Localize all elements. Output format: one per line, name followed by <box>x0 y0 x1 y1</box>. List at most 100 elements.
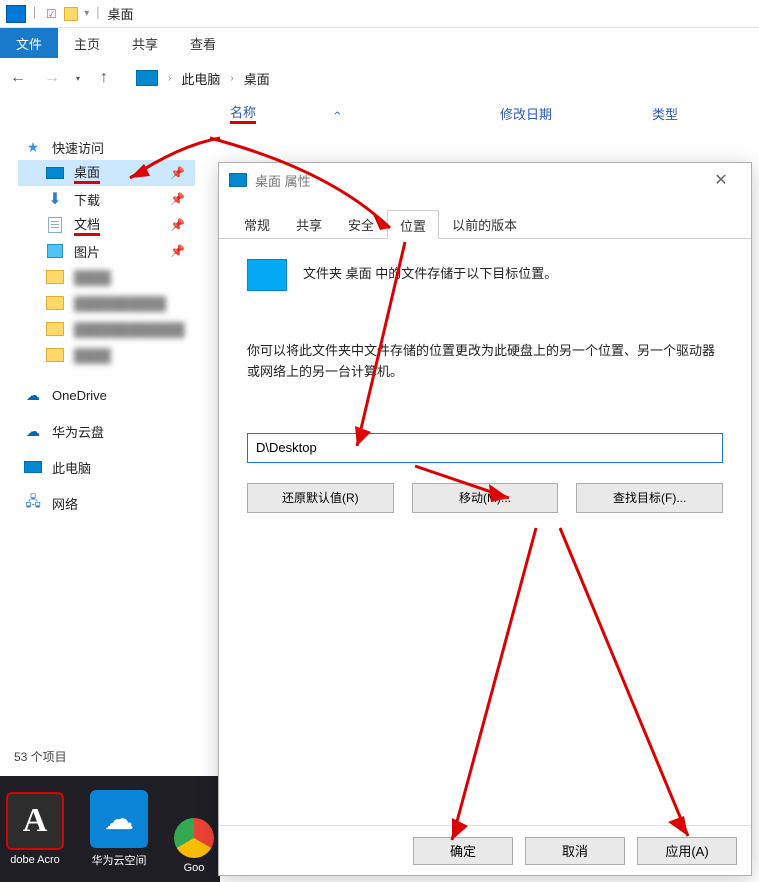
cloud-icon: ☁ <box>24 387 42 403</box>
ribbon: 文件 主页 共享 查看 <box>0 28 759 58</box>
sidebar-item-folder[interactable]: ████████████ <box>18 316 195 342</box>
up-button[interactable]: ↑ <box>100 69 116 87</box>
picture-icon <box>47 244 63 258</box>
ribbon-tab-home[interactable]: 主页 <box>58 28 116 58</box>
sidebar-item-onedrive[interactable]: ☁ OneDrive <box>18 382 195 408</box>
pin-icon: 📌 <box>170 192 185 206</box>
ribbon-tab-view[interactable]: 查看 <box>174 28 232 58</box>
sidebar-item-quickaccess[interactable]: ★ 快速访问 <box>18 134 195 160</box>
pin-icon: 📌 <box>170 244 185 258</box>
dialog-footer: 确定 取消 应用(A) <box>219 825 751 875</box>
sidebar-item-label: 文档 <box>74 214 100 236</box>
ribbon-tab-file[interactable]: 文件 <box>0 28 58 58</box>
chevron-right-icon: › <box>168 73 171 84</box>
item-count: 53 个项目 <box>14 750 67 764</box>
titlebar-sep-2: │ <box>95 8 101 19</box>
sidebar-item-downloads[interactable]: ⬇ 下载 📌 <box>18 186 195 212</box>
folder-icon <box>46 348 64 362</box>
sidebar-item-folder[interactable]: ██████████ <box>18 290 195 316</box>
folder-icon <box>46 296 64 310</box>
tab-general[interactable]: 常规 <box>231 209 283 238</box>
sidebar-item-label: 网络 <box>52 494 78 513</box>
qa-dropdown-icon[interactable]: ▾ <box>84 8 89 19</box>
location-description: 你可以将此文件夹中文件存储的位置更改为此硬盘上的另一个位置、另一个驱动器或网络上… <box>247 341 723 383</box>
move-button[interactable]: 移动(M)... <box>412 483 559 513</box>
star-icon: ★ <box>24 139 42 155</box>
taskbar-item-adobe[interactable]: A dobe Acro <box>6 792 64 866</box>
cloud-icon: ☁ <box>90 790 148 848</box>
chevron-right-icon: › <box>230 73 233 84</box>
sidebar-item-label: 华为云盘 <box>52 422 104 441</box>
dialog-body: 文件夹 桌面 中的文件存储于以下目标位置。 你可以将此文件夹中文件存储的位置更改… <box>219 239 751 825</box>
titlebar-sep: │ <box>32 8 38 19</box>
tab-location[interactable]: 位置 <box>387 210 439 239</box>
taskbar: A dobe Acro ☁ 华为云空间 Goo <box>0 776 220 882</box>
cancel-button[interactable]: 取消 <box>525 837 625 865</box>
address-bar[interactable]: › 此电脑 › 桌面 <box>130 64 751 92</box>
monitor-icon <box>229 173 247 187</box>
status-bar: 53 个项目 <box>0 744 81 768</box>
sidebar-item-label: OneDrive <box>52 388 107 403</box>
col-type[interactable]: 类型 <box>642 104 688 123</box>
history-dropdown-icon[interactable]: ▾ <box>76 74 86 83</box>
cloud-icon: ☁ <box>24 423 42 439</box>
sidebar: ★ 快速访问 桌面 📌 ⬇ 下载 📌 文档 📌 图片 📌 ████ ██████… <box>0 128 195 882</box>
sidebar-item-hwcloud[interactable]: ☁ 华为云盘 <box>18 418 195 444</box>
forward-button[interactable]: → <box>42 68 62 88</box>
document-icon <box>48 217 62 233</box>
folder-icon <box>46 322 64 336</box>
network-icon: 🖧 <box>24 495 42 511</box>
sidebar-item-thispc[interactable]: 此电脑 <box>18 454 195 480</box>
sidebar-item-label: 下载 <box>74 190 100 209</box>
sidebar-item-folder[interactable]: ████ <box>18 342 195 368</box>
tab-previous[interactable]: 以前的版本 <box>439 209 530 238</box>
adobe-icon: A <box>6 792 64 850</box>
sidebar-item-desktop[interactable]: 桌面 📌 <box>18 160 195 186</box>
ribbon-tab-share[interactable]: 共享 <box>116 28 174 58</box>
sidebar-item-label: 桌面 <box>74 162 100 184</box>
nav-row: ← → ▾ ↑ › 此电脑 › 桌面 <box>0 58 759 98</box>
breadcrumb-desktop[interactable]: 桌面 <box>244 69 270 88</box>
folder-icon <box>46 270 64 284</box>
location-heading: 文件夹 桌面 中的文件存储于以下目标位置。 <box>303 259 557 282</box>
sidebar-item-pictures[interactable]: 图片 📌 <box>18 238 195 264</box>
col-modified[interactable]: 修改日期 <box>490 104 562 123</box>
pin-icon: 📌 <box>170 166 185 180</box>
ok-button[interactable]: 确定 <box>413 837 513 865</box>
sidebar-item-label: 快速访问 <box>52 138 104 157</box>
checkbox-icon[interactable]: ☑ <box>44 7 58 21</box>
taskbar-item-hwcloud[interactable]: ☁ 华为云空间 <box>90 790 148 868</box>
chrome-icon <box>174 818 214 858</box>
back-button[interactable]: ← <box>8 68 28 88</box>
breadcrumb-pc[interactable]: 此电脑 <box>181 69 220 88</box>
desktop-icon <box>247 259 287 291</box>
monitor-icon <box>136 70 158 86</box>
sidebar-item-label: 图片 <box>74 242 100 261</box>
column-headers: 名称 修改日期 类型 <box>0 98 759 128</box>
pin-icon: 📌 <box>170 218 185 232</box>
folder-icon <box>64 7 78 21</box>
tab-security[interactable]: 安全 <box>335 209 387 238</box>
download-icon: ⬇ <box>46 191 64 207</box>
dialog-titlebar[interactable]: 桌面 属性 ✕ <box>219 163 751 197</box>
taskbar-item-chrome[interactable]: Goo <box>174 818 214 874</box>
sidebar-item-label: 此电脑 <box>52 458 91 477</box>
location-path-input[interactable] <box>247 433 723 463</box>
col-name[interactable]: 名称 <box>220 102 350 124</box>
restore-default-button[interactable]: 还原默认值(R) <box>247 483 394 513</box>
monitor-icon <box>46 167 64 179</box>
sidebar-item-network[interactable]: 🖧 网络 <box>18 490 195 516</box>
sidebar-item-documents[interactable]: 文档 📌 <box>18 212 195 238</box>
properties-dialog: 桌面 属性 ✕ 常规 共享 安全 位置 以前的版本 文件夹 桌面 中的文件存储于… <box>218 162 752 876</box>
tab-share[interactable]: 共享 <box>283 209 335 238</box>
monitor-icon <box>24 461 42 473</box>
window-title: 桌面 <box>108 4 134 23</box>
app-icon <box>6 5 26 23</box>
find-target-button[interactable]: 查找目标(F)... <box>576 483 723 513</box>
apply-button[interactable]: 应用(A) <box>637 837 737 865</box>
window-titlebar: │ ☑ ▾ │ 桌面 <box>0 0 759 28</box>
dialog-tabs: 常规 共享 安全 位置 以前的版本 <box>219 209 751 239</box>
close-button[interactable]: ✕ <box>701 170 741 190</box>
sidebar-item-folder[interactable]: ████ <box>18 264 195 290</box>
dialog-title: 桌面 属性 <box>255 171 311 190</box>
